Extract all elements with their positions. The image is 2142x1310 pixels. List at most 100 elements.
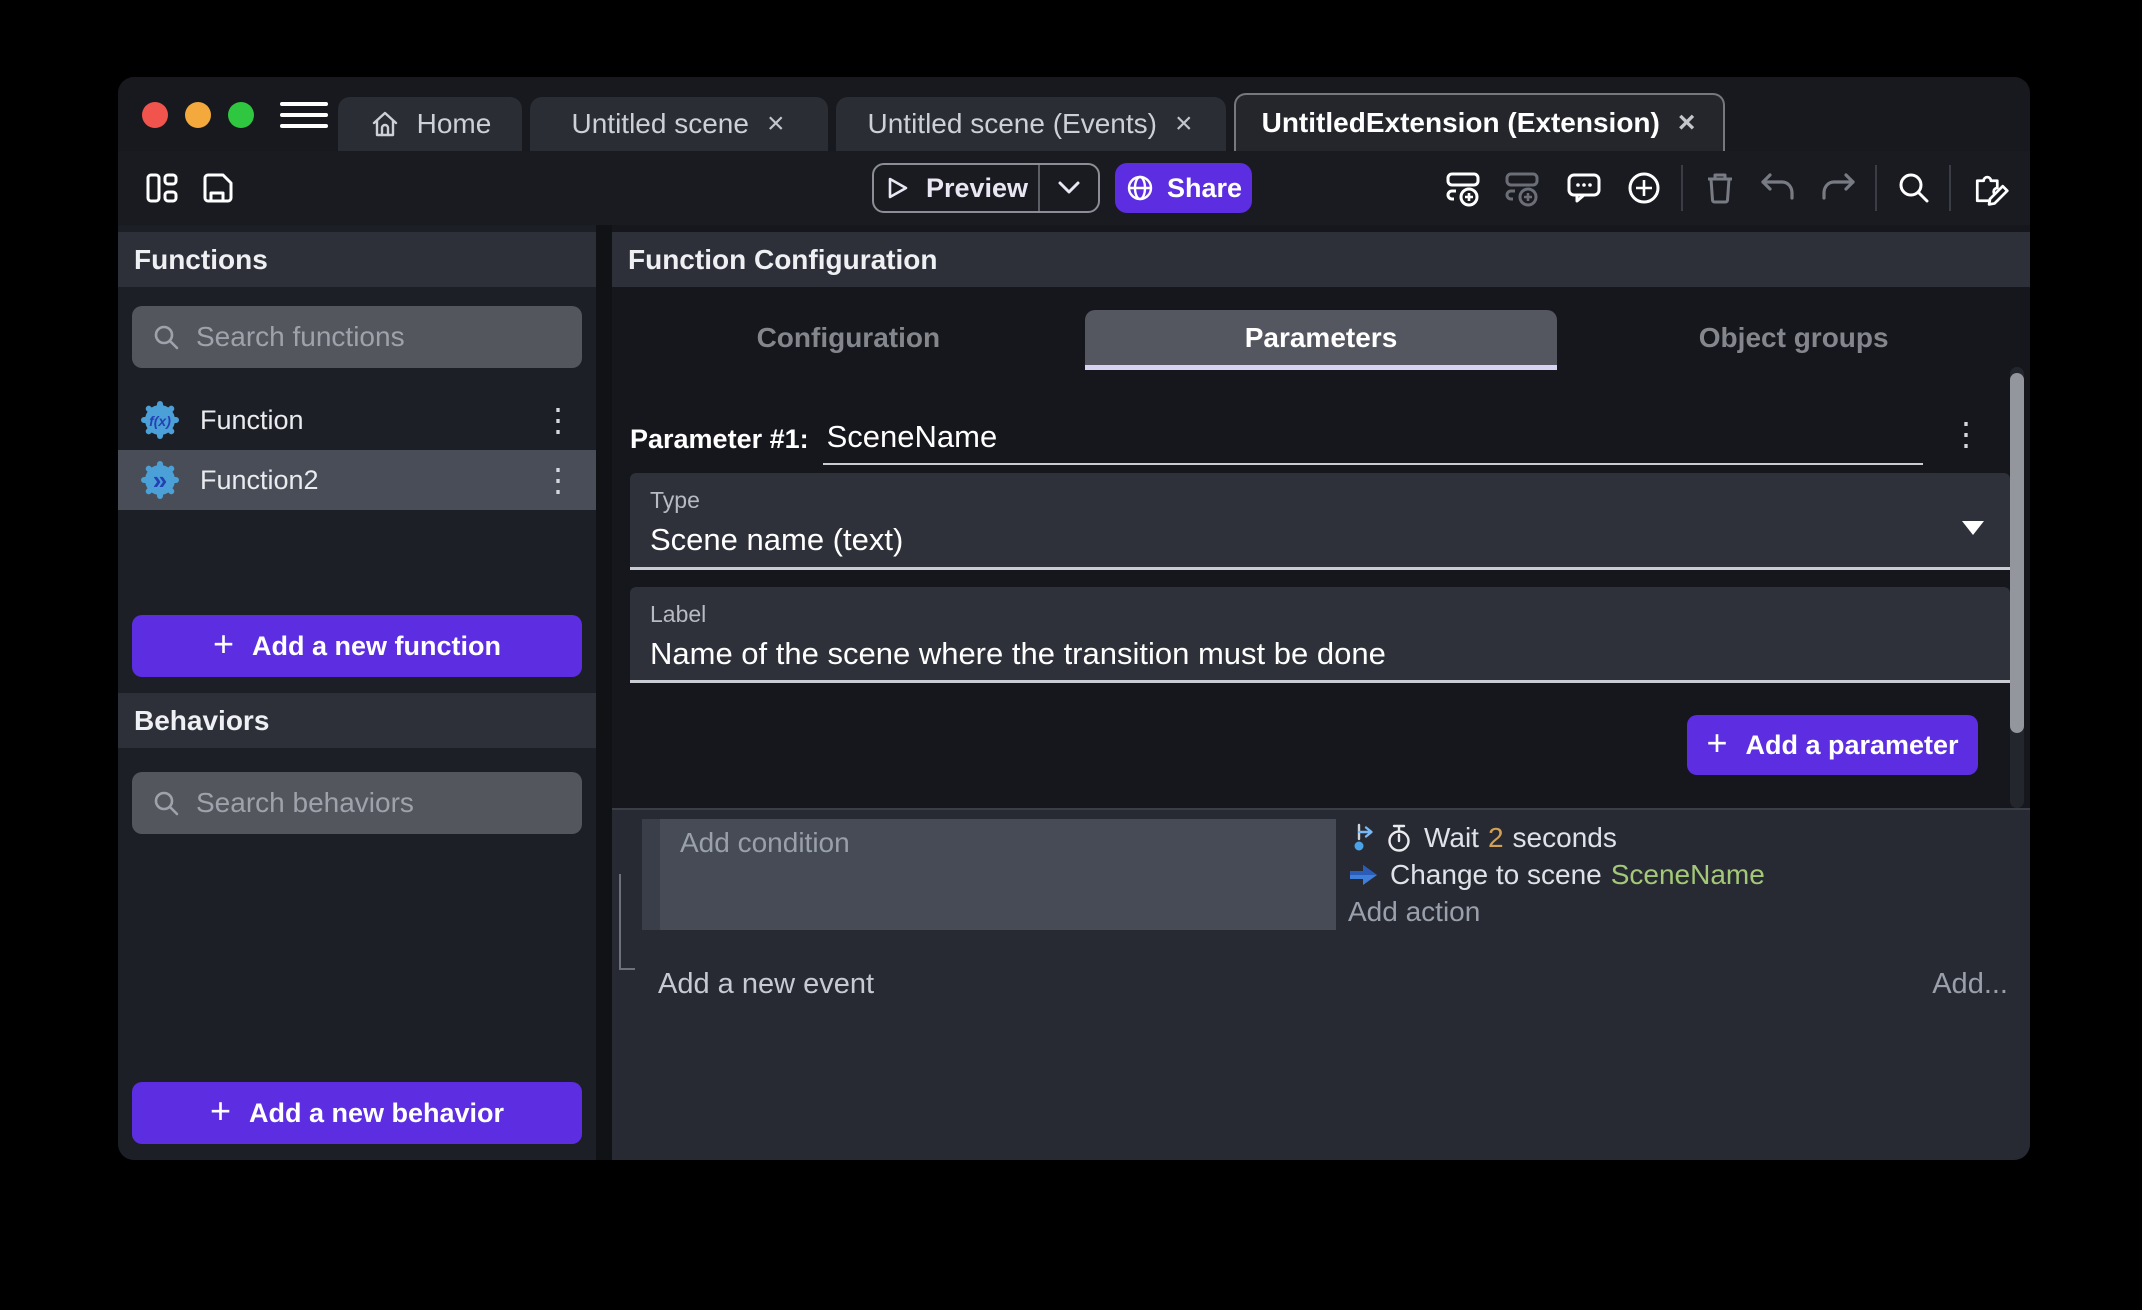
function-menu-button[interactable]: ⋮ — [534, 404, 582, 436]
preview-button[interactable]: Preview — [872, 163, 1100, 213]
play-icon — [884, 175, 910, 201]
add-more-button[interactable]: Add... — [1932, 968, 2008, 1001]
search-icon — [150, 321, 182, 353]
sidebar: Functions f(x) — [118, 225, 596, 1160]
close-tab-icon[interactable]: × — [765, 109, 787, 139]
function-name: Function — [200, 405, 516, 436]
action-wait[interactable]: Wait 2 seconds — [1348, 819, 1774, 856]
tab-parameters[interactable]: Parameters — [1085, 310, 1558, 365]
event-handle[interactable] — [642, 819, 660, 930]
function-gear-icon: f(x) — [138, 398, 182, 442]
action-value: 2 — [1488, 822, 1504, 854]
dropdown-arrow-icon — [1962, 521, 1984, 535]
events-editor: Add condition — [612, 808, 2030, 1160]
plus-icon: + — [1706, 725, 1727, 761]
tab-label: UntitledExtension (Extension) — [1262, 107, 1660, 139]
plus-icon: + — [210, 1093, 231, 1129]
share-button[interactable]: Share — [1115, 163, 1252, 213]
search-functions-input[interactable] — [196, 321, 564, 353]
action-text: Change to scene — [1390, 859, 1602, 891]
add-action-button[interactable]: Add action — [1348, 893, 1774, 930]
configuration-tabs: Configuration Parameters Object groups — [612, 310, 2030, 365]
tab-untitled-scene-events[interactable]: Untitled scene (Events) × — [836, 97, 1226, 151]
home-icon — [369, 108, 401, 140]
undo-icon[interactable] — [1758, 168, 1798, 208]
behaviors-search — [132, 772, 582, 834]
tab-untitled-extension[interactable]: UntitledExtension (Extension) × — [1234, 93, 1725, 151]
function-configuration-header: Function Configuration — [612, 232, 2030, 287]
add-parameter-button[interactable]: + Add a parameter — [1687, 715, 1978, 775]
toolbar: Preview Share — [118, 151, 2030, 225]
actions-column: Wait 2 seconds Change to scene — [1348, 819, 1774, 930]
functions-header: Functions — [118, 232, 596, 287]
add-condition-area[interactable]: Add condition — [660, 819, 1336, 930]
parameter-label-field[interactable]: Label Name of the scene where the transi… — [630, 587, 2010, 683]
plus-icon: + — [213, 626, 234, 662]
add-new-event-button[interactable]: Add a new event — [658, 968, 874, 1001]
parameter-row: Parameter #1: — [630, 407, 1970, 465]
app-window: Home Untitled scene × Untitled scene (Ev… — [118, 77, 2030, 1160]
tab-untitled-scene[interactable]: Untitled scene × — [530, 97, 828, 151]
stopwatch-icon — [1384, 822, 1414, 854]
main-panel: Function Configuration Configuration Par… — [612, 225, 2030, 1160]
redo-icon[interactable] — [1818, 168, 1858, 208]
search-icon[interactable] — [1894, 168, 1934, 208]
preview-options-button[interactable] — [1040, 165, 1098, 211]
tab-object-groups[interactable]: Object groups — [1557, 310, 2030, 365]
action-change-scene[interactable]: Change to scene SceneName — [1348, 856, 1774, 893]
add-circle-icon[interactable] — [1624, 168, 1664, 208]
add-new-function-button[interactable]: + Add a new function — [132, 615, 582, 677]
action-text: Wait — [1424, 822, 1479, 854]
add-new-behavior-button[interactable]: + Add a new behavior — [132, 1082, 582, 1144]
function-list-item[interactable]: f(x) Function ⋮ — [118, 390, 596, 450]
action-text: seconds — [1513, 822, 1617, 854]
scene-arrow-icon — [1348, 860, 1380, 890]
tab-label: Untitled scene — [572, 108, 749, 140]
label-field-value: Name of the scene where the transition m… — [650, 636, 1990, 672]
chevrons-glyph: » — [153, 465, 167, 495]
parameter-menu-button[interactable]: ⋮ — [1942, 415, 1990, 453]
preview-label: Preview — [926, 173, 1028, 204]
tab-label: Home — [417, 108, 492, 140]
close-tab-icon[interactable]: × — [1173, 109, 1195, 139]
main-menu-button[interactable] — [280, 99, 328, 131]
parameter-name-input[interactable] — [823, 419, 1923, 465]
function-list-item-selected[interactable]: » Function2 ⋮ — [118, 450, 596, 510]
event-indent-bracket — [619, 874, 635, 970]
add-comment-icon[interactable] — [1564, 168, 1604, 208]
close-tab-icon[interactable]: × — [1676, 108, 1698, 138]
fx-glyph: f(x) — [149, 413, 171, 429]
add-event-icon[interactable] — [1444, 168, 1484, 208]
type-field-value: Scene name (text) — [650, 522, 1990, 558]
async-icon — [1348, 822, 1378, 854]
tab-home[interactable]: Home — [338, 97, 522, 151]
behaviors-header: Behaviors — [118, 693, 596, 748]
tab-label: Untitled scene (Events) — [868, 108, 1157, 140]
action-value: SceneName — [1611, 859, 1765, 891]
edit-extension-icon[interactable] — [1970, 168, 2010, 208]
tab-configuration[interactable]: Configuration — [612, 310, 1085, 365]
scrollbar-thumb[interactable] — [2010, 373, 2024, 733]
title-bar: Home Untitled scene × Untitled scene (Ev… — [118, 77, 2030, 151]
parameter-number-label: Parameter #1: — [630, 424, 809, 465]
save-icon[interactable] — [198, 168, 238, 208]
label-field-label: Label — [650, 601, 1990, 628]
close-window-button[interactable] — [142, 102, 168, 128]
minimize-window-button[interactable] — [185, 102, 211, 128]
zoom-window-button[interactable] — [228, 102, 254, 128]
editor-tabs: Home Untitled scene × Untitled scene (Ev… — [338, 93, 1725, 151]
type-field-label: Type — [650, 487, 1990, 514]
function-menu-button[interactable]: ⋮ — [534, 464, 582, 496]
search-behaviors-input[interactable] — [196, 787, 564, 819]
functions-search — [132, 306, 582, 368]
window-controls — [142, 102, 254, 128]
active-tab-underline — [1085, 365, 1558, 370]
function-name: Function2 — [200, 465, 516, 496]
toggle-panels-icon[interactable] — [142, 168, 182, 208]
globe-icon — [1125, 173, 1155, 203]
delete-icon[interactable] — [1700, 168, 1740, 208]
parameter-type-select[interactable]: Type Scene name (text) — [630, 473, 2010, 570]
add-subevent-icon[interactable] — [1503, 168, 1543, 208]
function2-gear-icon: » — [138, 458, 182, 502]
share-label: Share — [1167, 173, 1242, 204]
